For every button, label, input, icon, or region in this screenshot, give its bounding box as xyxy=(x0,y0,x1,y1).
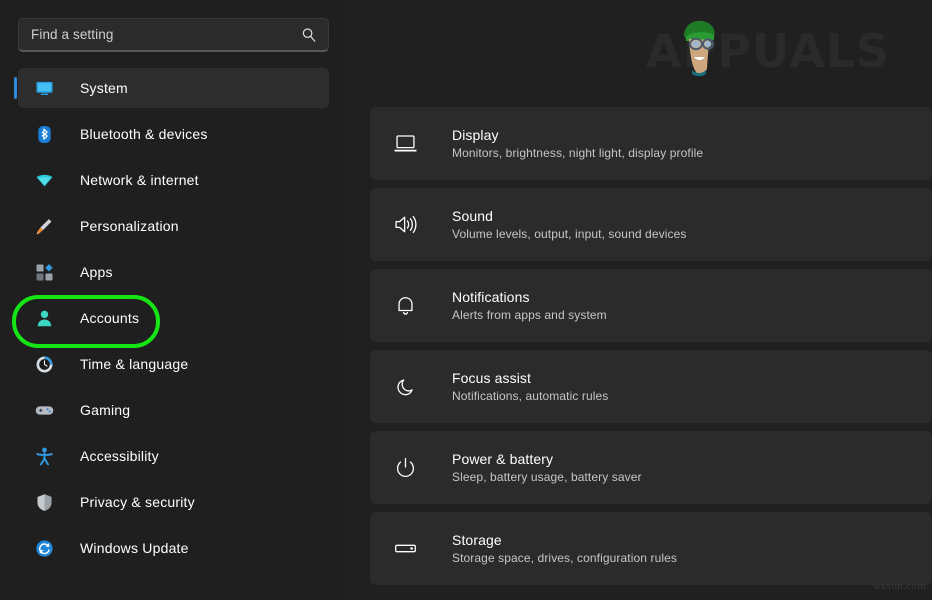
settings-card-display[interactable]: Display Monitors, brightness, night ligh… xyxy=(370,107,932,180)
card-text: Sound Volume levels, output, input, soun… xyxy=(452,208,686,241)
settings-card-power-battery[interactable]: Power & battery Sleep, battery usage, ba… xyxy=(370,431,932,504)
sidebar-item-label: Bluetooth & devices xyxy=(80,126,208,142)
sidebar-item-label: Accounts xyxy=(80,310,139,326)
settings-card-sound[interactable]: Sound Volume levels, output, input, soun… xyxy=(370,188,932,261)
card-title: Power & battery xyxy=(452,451,642,467)
sidebar-item-label: Privacy & security xyxy=(80,494,195,510)
moon-icon xyxy=(388,370,422,404)
search-placeholder: Find a setting xyxy=(31,27,113,42)
sidebar-item-label: Apps xyxy=(80,264,113,280)
sidebar-item-network-internet[interactable]: Network & internet xyxy=(18,160,329,200)
person-icon xyxy=(34,308,54,328)
card-text: Power & battery Sleep, battery usage, ba… xyxy=(452,451,642,484)
drive-icon xyxy=(388,532,422,566)
sidebar-item-privacy-security[interactable]: Privacy & security xyxy=(18,482,329,522)
card-text: Notifications Alerts from apps and syste… xyxy=(452,289,607,322)
card-subtitle: Notifications, automatic rules xyxy=(452,389,608,403)
sidebar-item-apps[interactable]: Apps xyxy=(18,252,329,292)
apps-grid-icon xyxy=(34,262,54,282)
shield-icon xyxy=(34,492,54,512)
search-icon[interactable] xyxy=(301,27,317,43)
card-subtitle: Volume levels, output, input, sound devi… xyxy=(452,227,686,241)
bluetooth-icon xyxy=(34,124,54,144)
sidebar: Find a setting System xyxy=(0,0,345,600)
sidebar-item-gaming[interactable]: Gaming xyxy=(18,390,329,430)
speaker-icon xyxy=(388,208,422,242)
laptop-display-icon xyxy=(388,127,422,161)
card-subtitle: Monitors, brightness, night light, displ… xyxy=(452,146,703,160)
sidebar-item-label: Windows Update xyxy=(80,540,189,556)
sidebar-item-label: Gaming xyxy=(80,402,130,418)
sidebar-item-label: Accessibility xyxy=(80,448,159,464)
card-text: Display Monitors, brightness, night ligh… xyxy=(452,127,703,160)
card-subtitle: Alerts from apps and system xyxy=(452,308,607,322)
sidebar-item-label: Time & language xyxy=(80,356,188,372)
refresh-icon xyxy=(34,538,54,558)
sidebar-item-label: Network & internet xyxy=(80,172,199,188)
card-subtitle: Storage space, drives, configuration rul… xyxy=(452,551,677,565)
search-container: Find a setting xyxy=(0,10,345,52)
sidebar-item-bluetooth-devices[interactable]: Bluetooth & devices xyxy=(18,114,329,154)
card-subtitle: Sleep, battery usage, battery saver xyxy=(452,470,642,484)
gamepad-icon xyxy=(34,400,54,420)
settings-card-notifications[interactable]: Notifications Alerts from apps and syste… xyxy=(370,269,932,342)
sidebar-item-personalization[interactable]: Personalization xyxy=(18,206,329,246)
appuals-mascot-icon xyxy=(676,16,722,78)
settings-card-focus-assist[interactable]: Focus assist Notifications, automatic ru… xyxy=(370,350,932,423)
accessibility-icon xyxy=(34,446,54,466)
power-icon xyxy=(388,451,422,485)
sidebar-item-windows-update[interactable]: Windows Update xyxy=(18,528,329,568)
settings-content: Display Monitors, brightness, night ligh… xyxy=(345,0,932,600)
appuals-wordmark: APPUALS xyxy=(646,28,890,74)
sidebar-item-accessibility[interactable]: Accessibility xyxy=(18,436,329,476)
paintbrush-icon xyxy=(34,216,54,236)
appuals-watermark: APPUALS xyxy=(646,28,890,74)
settings-window: Find a setting System xyxy=(0,0,932,600)
card-text: Storage Storage space, drives, configura… xyxy=(452,532,677,565)
monitor-icon xyxy=(34,78,54,98)
card-title: Focus assist xyxy=(452,370,608,386)
sidebar-item-accounts[interactable]: Accounts xyxy=(18,298,329,338)
card-title: Display xyxy=(452,127,703,143)
sidebar-item-label: System xyxy=(80,80,128,96)
search-input[interactable]: Find a setting xyxy=(18,18,329,52)
clock-icon xyxy=(34,354,54,374)
wifi-icon xyxy=(34,170,54,190)
card-title: Notifications xyxy=(452,289,607,305)
bell-icon xyxy=(388,289,422,323)
card-title: Sound xyxy=(452,208,686,224)
sidebar-nav: System Bluetooth & devices xyxy=(0,68,345,568)
sidebar-item-time-language[interactable]: Time & language xyxy=(18,344,329,384)
sidebar-item-label: Personalization xyxy=(80,218,179,234)
sidebar-item-system[interactable]: System xyxy=(18,68,329,108)
settings-card-storage[interactable]: Storage Storage space, drives, configura… xyxy=(370,512,932,585)
card-title: Storage xyxy=(452,532,677,548)
card-text: Focus assist Notifications, automatic ru… xyxy=(452,370,608,403)
